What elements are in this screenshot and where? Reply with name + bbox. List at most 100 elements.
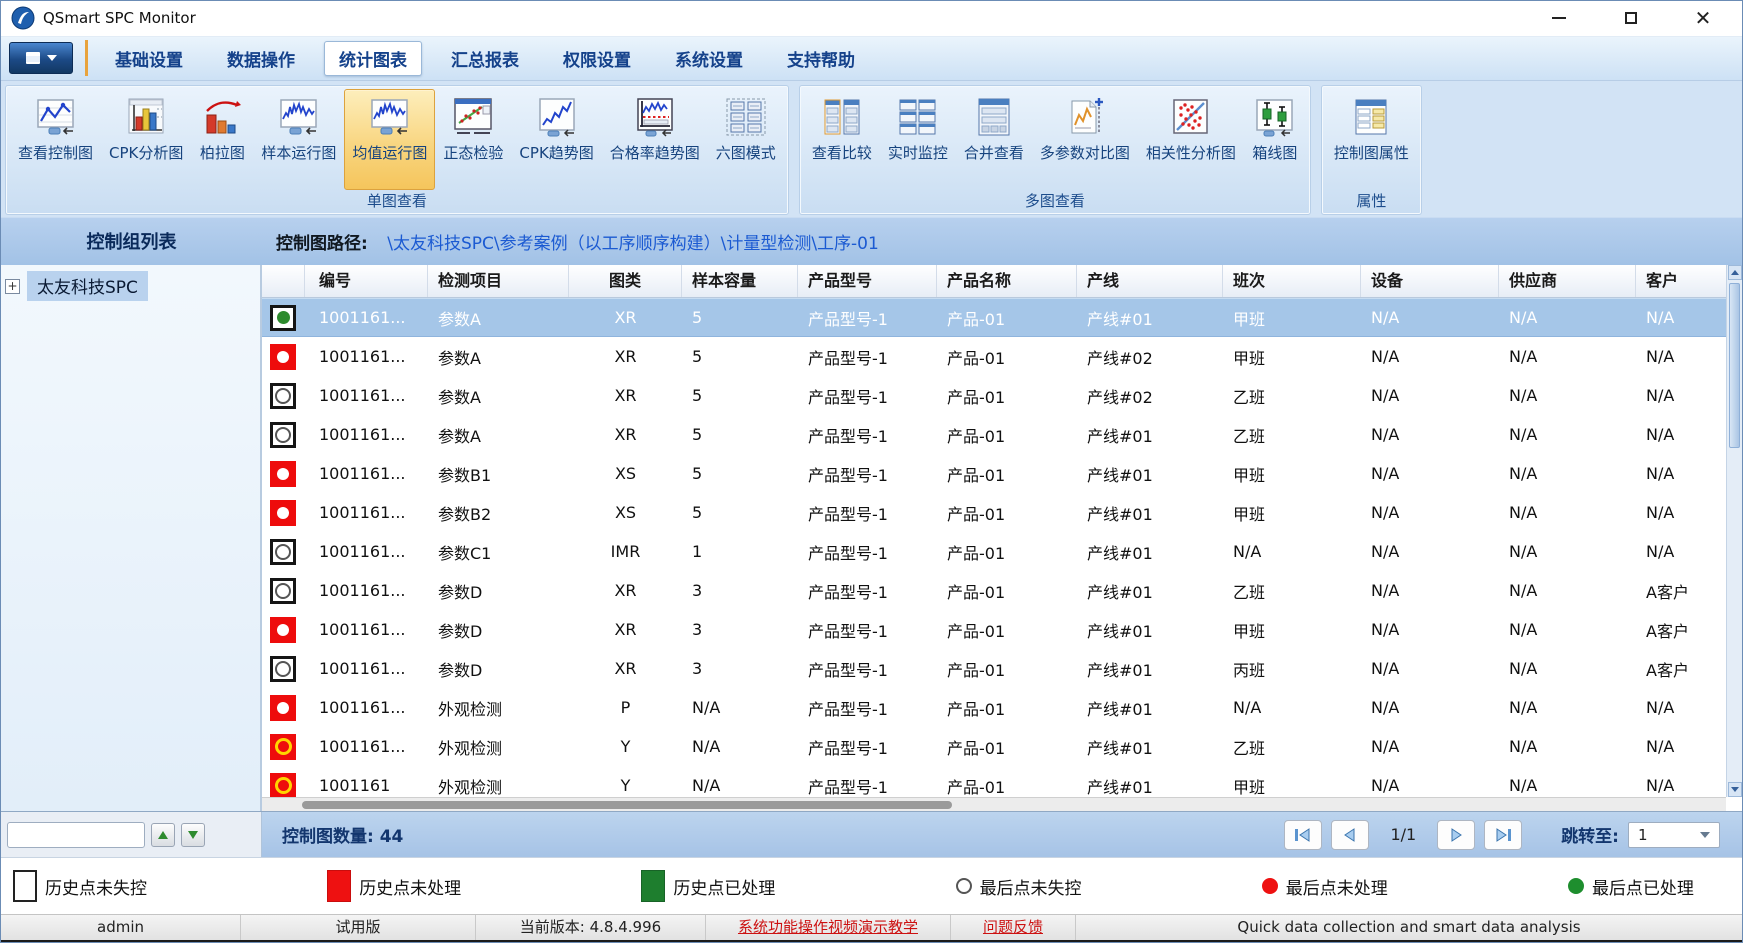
- spin-down-button[interactable]: [181, 823, 205, 847]
- column-header-supplier[interactable]: 供应商: [1499, 265, 1636, 297]
- cell-line: 产线#01: [1077, 501, 1223, 525]
- menu-item[interactable]: 系统设置: [660, 41, 758, 76]
- column-header-chart-type[interactable]: 图类: [569, 265, 682, 297]
- cell-chart-type: XR: [569, 308, 682, 327]
- title-bar: QSmart SPC Monitor ✕: [1, 1, 1742, 37]
- column-header-item[interactable]: 检测项目: [428, 265, 569, 297]
- feedback-link[interactable]: 问题反馈: [951, 915, 1076, 940]
- ribbon-button[interactable]: 柏拉图: [191, 89, 253, 190]
- horizontal-scrollbar-thumb[interactable]: [302, 801, 952, 809]
- ribbon-group-label: 多图查看: [800, 190, 1310, 214]
- minimize-button[interactable]: [1544, 6, 1574, 30]
- column-header-status[interactable]: [262, 265, 305, 297]
- table-row[interactable]: 1001161... 外观检测 P N/A 产品型号-1 产品-01 产线#01…: [262, 688, 1742, 727]
- column-header-device[interactable]: 设备: [1361, 265, 1499, 297]
- table-row[interactable]: 1001161... 参数D XR 3 产品型号-1 产品-01 产线#01 甲…: [262, 610, 1742, 649]
- cell-product-name: 产品-01: [937, 306, 1077, 330]
- table-row[interactable]: 1001161... 参数C1 IMR 1 产品型号-1 产品-01 产线#01…: [262, 532, 1742, 571]
- scroll-up-icon[interactable]: [1728, 265, 1742, 280]
- left-panel-footer: [1, 812, 262, 857]
- left-panel-input[interactable]: [7, 822, 145, 848]
- table-row[interactable]: 1001161... 外观检测 Y N/A 产品型号-1 产品-01 产线#01…: [262, 727, 1742, 766]
- cell-line: 产线#01: [1077, 579, 1223, 603]
- vertical-scrollbar[interactable]: [1726, 265, 1742, 797]
- tree-node-root[interactable]: + 太友科技SPC: [5, 271, 256, 301]
- ribbon-button[interactable]: CPK分析图: [101, 89, 191, 190]
- control-group-tree-panel: + 太友科技SPC: [1, 265, 262, 811]
- ribbon-button[interactable]: 查看控制图: [10, 89, 101, 190]
- vertical-scrollbar-thumb[interactable]: [1729, 283, 1740, 448]
- cell-device: N/A: [1361, 698, 1499, 717]
- ribbon-button[interactable]: 查看比较: [804, 89, 880, 190]
- cell-product-name: 产品-01: [937, 462, 1077, 486]
- horizontal-scrollbar[interactable]: [262, 797, 1726, 811]
- cell-shift: 丙班: [1223, 657, 1361, 681]
- chevron-down-icon: [1700, 832, 1710, 838]
- column-header-product-name[interactable]: 产品名称: [937, 265, 1077, 297]
- table-row[interactable]: 1001161... 参数A XR 5 产品型号-1 产品-01 产线#02 乙…: [262, 376, 1742, 415]
- ribbon-button[interactable]: 控制图属性: [1326, 89, 1417, 190]
- table-row[interactable]: 1001161... 参数B1 XS 5 产品型号-1 产品-01 产线#01 …: [262, 454, 1742, 493]
- table-row[interactable]: 1001161... 参数A XR 5 产品型号-1 产品-01 产线#01 甲…: [262, 298, 1742, 337]
- column-header-shift[interactable]: 班次: [1223, 265, 1361, 297]
- app-window: QSmart SPC Monitor ✕ 基础设置数据操作统计图表汇总报表权限设…: [0, 0, 1743, 943]
- ribbon-button[interactable]: 合格率趋势图: [602, 89, 708, 190]
- ribbon-group-single-view: 查看控制图 CPK分析图 柏拉图 样本运行图 均值运行图 正态检验: [5, 85, 789, 215]
- ribbon-button[interactable]: 实时监控: [880, 89, 956, 190]
- chart-button-icon: [199, 95, 245, 139]
- close-button[interactable]: ✕: [1688, 6, 1718, 30]
- table-row[interactable]: 1001161... 参数D XR 3 产品型号-1 产品-01 产线#01 乙…: [262, 571, 1742, 610]
- ribbon-button[interactable]: CPK趋势图: [511, 89, 601, 190]
- ribbon-button[interactable]: 多参数对比图: [1032, 89, 1138, 190]
- app-menu-button[interactable]: [9, 42, 73, 74]
- cell-shift: 甲班: [1223, 306, 1361, 330]
- table-row[interactable]: 1001161... 参数D XR 3 产品型号-1 产品-01 产线#01 丙…: [262, 649, 1742, 688]
- cell-product-name: 产品-01: [937, 657, 1077, 681]
- ribbon-button[interactable]: 正态检验: [435, 89, 511, 190]
- column-header-product-model[interactable]: 产品型号: [798, 265, 937, 297]
- column-header-sample-size[interactable]: 样本容量: [682, 265, 798, 297]
- ribbon-button[interactable]: 合并查看: [956, 89, 1032, 190]
- table-row[interactable]: 1001161... 参数B2 XS 5 产品型号-1 产品-01 产线#01 …: [262, 493, 1742, 532]
- ribbon-button[interactable]: 样本运行图: [253, 89, 344, 190]
- column-header-line[interactable]: 产线: [1077, 265, 1223, 297]
- tree-expand-icon[interactable]: +: [5, 279, 20, 294]
- menu-item[interactable]: 数据操作: [212, 41, 310, 76]
- table-row[interactable]: 1001161... 参数A XR 5 产品型号-1 产品-01 产线#01 乙…: [262, 415, 1742, 454]
- jump-to-label: 跳转至:: [1561, 822, 1619, 847]
- ribbon-button[interactable]: 箱线图: [1244, 89, 1306, 190]
- menu-item[interactable]: 汇总报表: [436, 41, 534, 76]
- chart-button-icon: [632, 95, 678, 139]
- scroll-down-icon[interactable]: [1728, 782, 1742, 797]
- cell-device: N/A: [1361, 776, 1499, 795]
- first-page-button[interactable]: [1284, 820, 1322, 850]
- maximize-button[interactable]: [1616, 6, 1646, 30]
- menu-item[interactable]: 基础设置: [100, 41, 198, 76]
- cell-chart-type: IMR: [569, 542, 682, 561]
- video-tutorial-link[interactable]: 系统功能操作视频演示教学: [706, 915, 951, 940]
- cell-id: 1001161...: [305, 347, 428, 366]
- jump-page-select[interactable]: 1: [1628, 822, 1720, 848]
- menu-item[interactable]: 权限设置: [548, 41, 646, 76]
- cell-product-name: 产品-01: [937, 345, 1077, 369]
- column-header-id[interactable]: 编号: [305, 265, 428, 297]
- left-panel-title: 控制组列表: [1, 228, 262, 254]
- next-page-button[interactable]: [1437, 820, 1475, 850]
- menu-item[interactable]: 支持帮助: [772, 41, 870, 76]
- cell-product-model: 产品型号-1: [798, 657, 937, 681]
- chart-button-icon: [1348, 95, 1394, 139]
- last-page-button[interactable]: [1484, 820, 1522, 850]
- table-footer-band: 控制图数量: 44 1/1 跳转至: 1: [262, 812, 1742, 857]
- table-row[interactable]: 1001161 外观检测 Y N/A 产品型号-1 产品-01 产线#01 甲班…: [262, 766, 1742, 798]
- ribbon-button[interactable]: 相关性分析图: [1138, 89, 1244, 190]
- cell-product-model: 产品型号-1: [798, 696, 937, 720]
- ribbon-button[interactable]: 六图模式: [708, 89, 784, 190]
- table-row[interactable]: 1001161... 参数A XR 5 产品型号-1 产品-01 产线#02 甲…: [262, 337, 1742, 376]
- menu-item[interactable]: 统计图表: [324, 41, 422, 76]
- cell-id: 1001161...: [305, 737, 428, 756]
- cell-supplier: N/A: [1499, 542, 1636, 561]
- prev-page-button[interactable]: [1331, 820, 1369, 850]
- spin-up-button[interactable]: [151, 823, 175, 847]
- ribbon-button[interactable]: 均值运行图: [344, 89, 435, 190]
- cell-supplier: N/A: [1499, 347, 1636, 366]
